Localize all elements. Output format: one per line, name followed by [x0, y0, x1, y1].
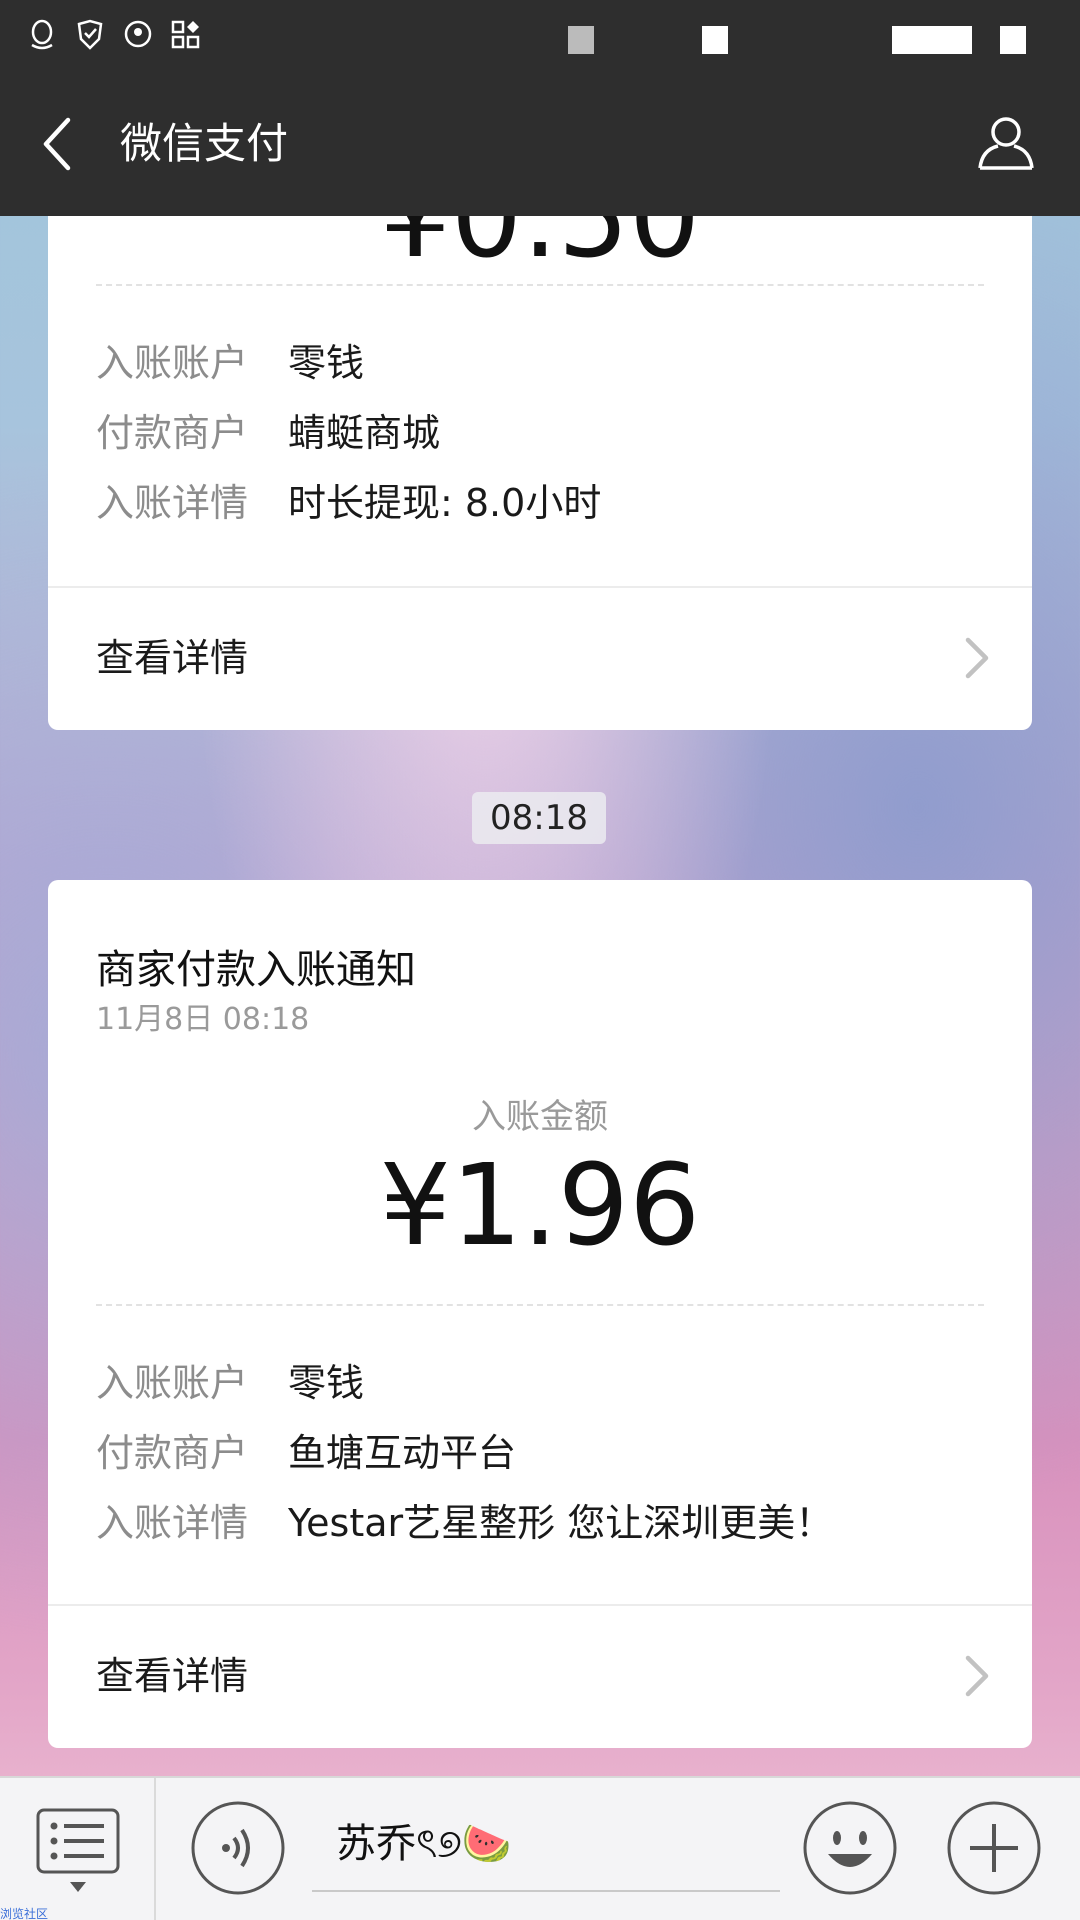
watermark: 浏览社区 — [0, 1907, 49, 1920]
card-title: 商家付款入账通知 — [96, 947, 416, 993]
status-icons — [26, 18, 202, 52]
location-icon — [122, 18, 154, 52]
row-value: 蜻蜓商城 — [288, 411, 441, 455]
info-row: 付款商户 鱼塘互动平台 — [96, 1428, 516, 1478]
chevron-right-icon — [962, 634, 992, 682]
row-key: 付款商户 — [96, 411, 249, 455]
apps-icon — [170, 18, 202, 52]
view-details-label: 查看详情 — [96, 636, 249, 680]
message-input[interactable]: 苏乔ৎ୭🍉 — [312, 1798, 780, 1892]
row-value: 零钱 — [288, 1361, 365, 1405]
view-details-label: 查看详情 — [96, 1654, 249, 1698]
emoji-icon[interactable] — [802, 1800, 898, 1896]
row-key: 入账详情 — [96, 1501, 249, 1545]
amount-label: 入账金额 — [472, 1097, 608, 1137]
card-date: 11月8日 08:18 — [96, 1002, 310, 1037]
shield-icon — [74, 18, 106, 52]
row-value: 时长提现: 8.0小时 — [288, 481, 602, 525]
status-bar — [0, 0, 1080, 72]
page-title: 微信支付 — [120, 119, 289, 168]
row-value: 鱼塘互动平台 — [288, 1431, 517, 1475]
row-value: 零钱 — [288, 341, 365, 385]
dashed-divider — [96, 1304, 984, 1306]
status-block — [1000, 26, 1026, 54]
payment-card: 商家付款入账通知 11月8日 08:18 入账金额 ¥1.96 入账账户 零钱 … — [48, 880, 1032, 1748]
voice-icon[interactable] — [190, 1800, 286, 1896]
back-arrow-icon[interactable] — [36, 114, 80, 174]
view-details-link[interactable]: 查看详情 — [48, 586, 1032, 730]
plus-icon[interactable] — [946, 1800, 1042, 1896]
info-row: 入账详情 Yestar艺星整形 您让深圳更美！ — [96, 1498, 833, 1548]
amount-value: ¥1.96 — [379, 1141, 701, 1271]
chat-input-bar: 苏乔ৎ୭🍉 浏览社区 — [0, 1776, 1080, 1920]
info-row: 付款商户 蜻蜓商城 — [96, 408, 440, 458]
menu-list-icon[interactable] — [36, 1808, 120, 1898]
row-value: Yestar艺星整形 您让深圳更美！ — [288, 1501, 834, 1545]
row-key: 入账账户 — [96, 1361, 249, 1405]
status-block — [702, 26, 728, 54]
info-row: 入账账户 零钱 — [96, 338, 364, 388]
separator — [154, 1778, 156, 1920]
chevron-right-icon — [962, 1652, 992, 1700]
dashed-divider — [96, 284, 984, 286]
amount-value: ¥0.50 — [379, 216, 701, 283]
info-row: 入账详情 时长提现: 8.0小时 — [96, 478, 601, 528]
view-details-link[interactable]: 查看详情 — [48, 1604, 1032, 1748]
input-text: 苏乔ৎ୭🍉 — [336, 1821, 512, 1867]
row-key: 付款商户 — [96, 1431, 249, 1475]
status-block — [892, 26, 972, 54]
qq-icon — [26, 18, 58, 52]
nav-bar: 微信支付 — [0, 72, 1080, 216]
payment-card: ¥0.50 入账账户 零钱 付款商户 蜻蜓商城 入账详情 时长提现: 8.0小时… — [48, 216, 1032, 730]
person-icon[interactable] — [976, 112, 1036, 172]
timestamp-pill: 08:18 — [472, 792, 606, 844]
info-row: 入账账户 零钱 — [96, 1358, 364, 1408]
status-block — [568, 26, 594, 54]
row-key: 入账账户 — [96, 341, 249, 385]
row-key: 入账详情 — [96, 481, 249, 525]
